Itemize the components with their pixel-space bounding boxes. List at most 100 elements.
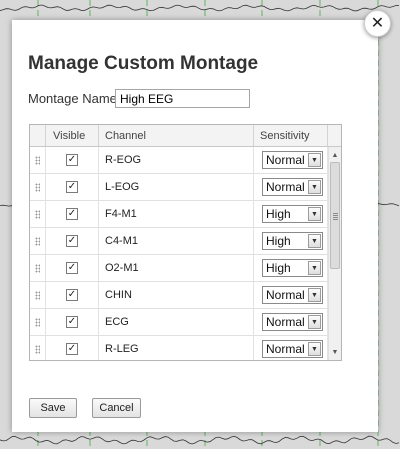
drag-grip-icon: [35, 317, 40, 327]
drag-handle[interactable]: [30, 255, 46, 281]
channel-name: ECG: [99, 309, 254, 335]
scroll-down-arrow-icon[interactable]: ▼: [329, 346, 341, 358]
sensitivity-cell: Normal ▼: [254, 309, 328, 335]
drag-handle[interactable]: [30, 174, 46, 200]
dropdown-arrow-icon[interactable]: ▼: [308, 315, 321, 329]
scroll-up-arrow-icon[interactable]: ▲: [329, 149, 341, 161]
dropdown-arrow-icon[interactable]: ▼: [308, 234, 321, 248]
sensitivity-cell: High ▼: [254, 255, 328, 281]
checkmark-icon: ✓: [67, 343, 77, 354]
header-visible[interactable]: Visible: [46, 125, 99, 146]
visible-checkbox[interactable]: ✓: [66, 181, 78, 193]
sensitivity-value: High: [266, 234, 291, 248]
visible-cell: ✓: [46, 147, 99, 173]
visible-checkbox[interactable]: ✓: [66, 316, 78, 328]
montage-name-input[interactable]: [115, 89, 250, 108]
header-scroll-spacer: [328, 125, 341, 146]
header-drag-column: [30, 125, 46, 146]
table-row[interactable]: ✓ L-EOG Normal ▼: [30, 174, 341, 201]
visible-checkbox[interactable]: ✓: [66, 262, 78, 274]
drag-handle[interactable]: [30, 282, 46, 308]
table-row[interactable]: ✓ O2-M1 High ▼: [30, 255, 341, 282]
table-body: ✓ R-EOG Normal ▼ ✓ L-EOG Normal ▼ ✓ F4-M1 High ▼ ✓ C4…: [30, 147, 341, 360]
checkmark-icon: ✓: [67, 316, 77, 327]
save-button[interactable]: Save: [29, 398, 77, 418]
visible-cell: ✓: [46, 309, 99, 335]
drag-grip-icon: [35, 155, 40, 165]
sensitivity-cell: Normal ▼: [254, 282, 328, 308]
sensitivity-value: High: [266, 261, 291, 275]
sensitivity-value: Normal: [266, 315, 305, 329]
checkmark-icon: ✓: [67, 154, 77, 165]
sensitivity-select[interactable]: Normal ▼: [262, 286, 323, 304]
visible-cell: ✓: [46, 201, 99, 227]
sensitivity-value: Normal: [266, 342, 305, 356]
visible-checkbox[interactable]: ✓: [66, 343, 78, 355]
vertical-scrollbar[interactable]: ▲ ▼: [328, 147, 341, 360]
sensitivity-value: Normal: [266, 153, 305, 167]
checkmark-icon: ✓: [67, 208, 77, 219]
drag-grip-icon: [35, 236, 40, 246]
dialog-title: Manage Custom Montage: [28, 53, 259, 74]
scrollbar-grip-icon: [333, 213, 338, 220]
sensitivity-cell: Normal ▼: [254, 174, 328, 200]
manage-montage-dialog: Manage Custom Montage Montage Name: Visi…: [12, 20, 378, 432]
sensitivity-cell: High ▼: [254, 228, 328, 254]
visible-cell: ✓: [46, 174, 99, 200]
channel-name: R-LEG: [99, 336, 254, 360]
table-row[interactable]: ✓ ECG Normal ▼: [30, 309, 341, 336]
sensitivity-value: Normal: [266, 180, 305, 194]
dropdown-arrow-icon[interactable]: ▼: [308, 207, 321, 221]
channel-name: C4-M1: [99, 228, 254, 254]
visible-cell: ✓: [46, 255, 99, 281]
drag-grip-icon: [35, 344, 40, 354]
drag-grip-icon: [35, 209, 40, 219]
channel-name: CHIN: [99, 282, 254, 308]
header-sensitivity[interactable]: Sensitivity: [254, 125, 328, 146]
visible-checkbox[interactable]: ✓: [66, 208, 78, 220]
visible-cell: ✓: [46, 336, 99, 360]
dropdown-arrow-icon[interactable]: ▼: [308, 288, 321, 302]
sensitivity-cell: Normal ▼: [254, 147, 328, 173]
table-row[interactable]: ✓ R-LEG Normal ▼: [30, 336, 341, 360]
sensitivity-select[interactable]: Normal ▼: [262, 340, 323, 358]
dropdown-arrow-icon[interactable]: ▼: [308, 261, 321, 275]
header-channel[interactable]: Channel: [99, 125, 254, 146]
close-icon[interactable]: ✕: [364, 10, 391, 37]
dropdown-arrow-icon[interactable]: ▼: [308, 153, 321, 167]
checkmark-icon: ✓: [67, 181, 77, 192]
sensitivity-select[interactable]: High ▼: [262, 205, 323, 223]
table-row[interactable]: ✓ F4-M1 High ▼: [30, 201, 341, 228]
sensitivity-select[interactable]: High ▼: [262, 232, 323, 250]
channel-name: O2-M1: [99, 255, 254, 281]
channel-name: R-EOG: [99, 147, 254, 173]
drag-grip-icon: [35, 182, 40, 192]
drag-handle[interactable]: [30, 228, 46, 254]
visible-checkbox[interactable]: ✓: [66, 235, 78, 247]
sensitivity-select[interactable]: Normal ▼: [262, 178, 323, 196]
drag-handle[interactable]: [30, 309, 46, 335]
sensitivity-cell: Normal ▼: [254, 336, 328, 360]
sensitivity-cell: High ▼: [254, 201, 328, 227]
drag-handle[interactable]: [30, 147, 46, 173]
dropdown-arrow-icon[interactable]: ▼: [308, 342, 321, 356]
table-row[interactable]: ✓ C4-M1 High ▼: [30, 228, 341, 255]
table-row[interactable]: ✓ CHIN Normal ▼: [30, 282, 341, 309]
scrollbar-thumb[interactable]: [330, 162, 340, 269]
checkmark-icon: ✓: [67, 289, 77, 300]
montage-name-label: Montage Name:: [28, 91, 121, 106]
sensitivity-select[interactable]: Normal ▼: [262, 313, 323, 331]
sensitivity-select[interactable]: High ▼: [262, 259, 323, 277]
dropdown-arrow-icon[interactable]: ▼: [308, 180, 321, 194]
visible-cell: ✓: [46, 228, 99, 254]
sensitivity-value: High: [266, 207, 291, 221]
cancel-button[interactable]: Cancel: [92, 398, 141, 418]
visible-checkbox[interactable]: ✓: [66, 154, 78, 166]
visible-checkbox[interactable]: ✓: [66, 289, 78, 301]
sensitivity-select[interactable]: Normal ▼: [262, 151, 323, 169]
drag-handle[interactable]: [30, 201, 46, 227]
drag-grip-icon: [35, 290, 40, 300]
table-row[interactable]: ✓ R-EOG Normal ▼: [30, 147, 341, 174]
drag-handle[interactable]: [30, 336, 46, 360]
table-header: Visible Channel Sensitivity: [30, 125, 341, 147]
